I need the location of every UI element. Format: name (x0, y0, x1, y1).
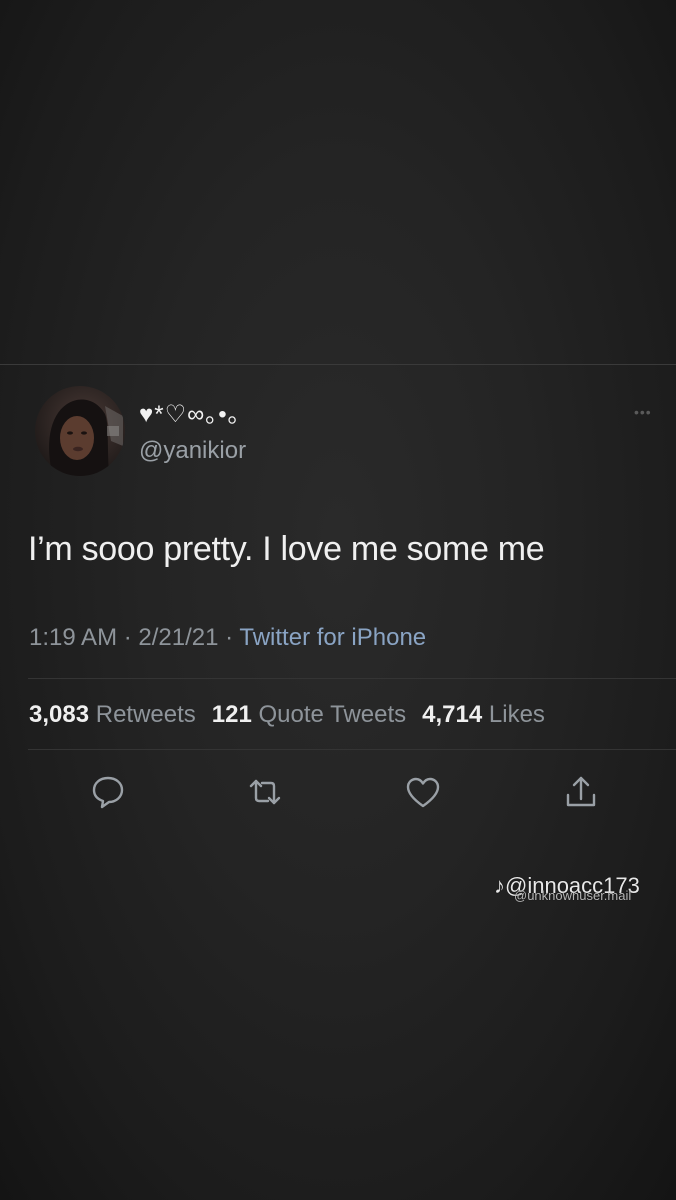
reply-icon[interactable] (88, 772, 128, 812)
retweets-label: Retweets (95, 701, 196, 728)
retweets-stat[interactable]: 3,083 Retweets (29, 701, 196, 728)
avatar[interactable] (35, 386, 125, 476)
tweet-date[interactable]: 2/21/21 (138, 624, 218, 651)
tweet-time[interactable]: 1:19 AM (29, 624, 117, 651)
likes-label: Likes (488, 701, 545, 728)
user-handle[interactable]: @yanikior (139, 437, 246, 465)
tweet-source[interactable]: Twitter for iPhone (239, 624, 426, 651)
quotes-stat[interactable]: 121 Quote Tweets (212, 701, 406, 728)
likes-stat[interactable]: 4,714 Likes (422, 701, 545, 728)
tweet-text: I’m sooo pretty. I love me some me (28, 530, 545, 568)
share-icon[interactable] (561, 772, 601, 812)
more-options-icon[interactable]: ••• (634, 405, 652, 419)
retweets-count: 3,083 (29, 701, 90, 728)
tiktok-watermark: ♪@innoacc173 @unknownuser.mail (494, 872, 640, 903)
watermark-overlay: @unknownuser.mail (514, 888, 632, 903)
display-name[interactable]: ♥*♡∞｡•｡ (139, 401, 241, 429)
tiktok-icon: ♪ (494, 873, 505, 898)
divider (28, 678, 676, 679)
meta-separator: · (123, 624, 132, 651)
like-icon[interactable] (403, 772, 443, 812)
quotes-label: Quote Tweets (258, 701, 407, 728)
quotes-count: 121 (211, 701, 252, 728)
likes-count: 4,714 (422, 701, 483, 728)
retweet-icon[interactable] (245, 772, 285, 812)
top-divider (0, 364, 676, 365)
divider (28, 749, 676, 750)
tweet-stats: 3,083 Retweets 121 Quote Tweets 4,714 Like… (29, 698, 545, 732)
tweet-meta: 1:19 AM · 2/21/21 · Twitter for iPhone (29, 622, 426, 654)
meta-separator: · (225, 624, 234, 651)
